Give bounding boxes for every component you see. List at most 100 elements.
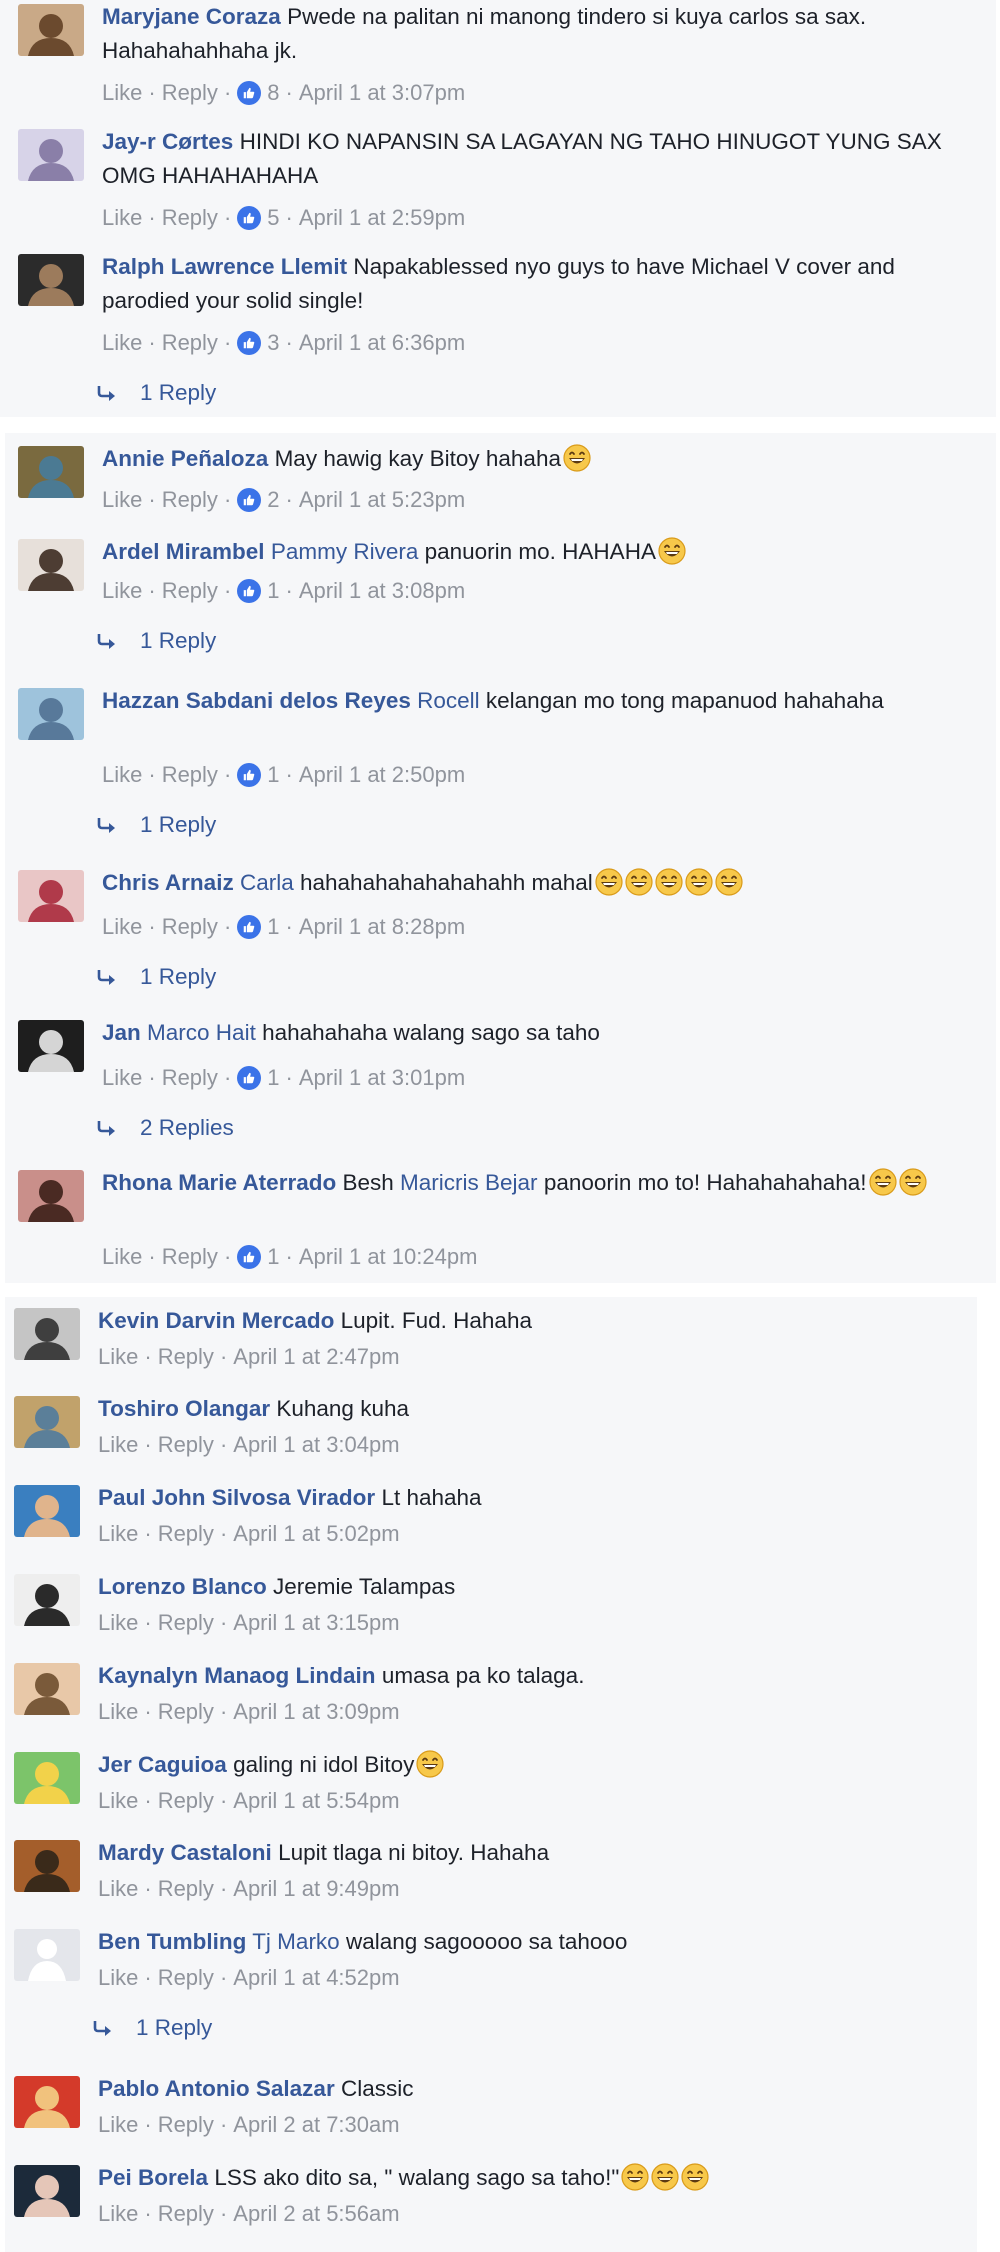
like-count-badge[interactable]: 2 xyxy=(237,487,280,513)
commenter-name[interactable]: Ardel Mirambel xyxy=(102,539,265,564)
like-count-badge[interactable]: 8 xyxy=(237,80,280,106)
avatar[interactable] xyxy=(14,1929,80,1981)
avatar[interactable] xyxy=(14,2076,80,2128)
like-count-badge[interactable]: 1 xyxy=(237,578,280,604)
commenter-name[interactable]: Kaynalyn Manaog Lindain xyxy=(98,1663,376,1688)
view-replies-link[interactable]: 1 Reply xyxy=(96,378,216,408)
timestamp[interactable]: April 1 at 5:02pm xyxy=(233,1521,399,1547)
view-replies-link[interactable]: 1 Reply xyxy=(92,2013,212,2043)
reply-link[interactable]: Reply xyxy=(162,487,218,513)
avatar[interactable] xyxy=(14,1574,80,1626)
timestamp[interactable]: April 1 at 5:23pm xyxy=(299,487,465,513)
commenter-name[interactable]: Toshiro Olangar xyxy=(98,1396,270,1421)
view-replies-link[interactable]: 2 Replies xyxy=(96,1113,234,1143)
like-link[interactable]: Like xyxy=(102,205,142,231)
avatar[interactable] xyxy=(18,870,84,922)
avatar[interactable] xyxy=(18,129,84,181)
commenter-name[interactable]: Pablo Antonio Salazar xyxy=(98,2076,335,2101)
like-count-badge[interactable]: 5 xyxy=(237,205,280,231)
like-link[interactable]: Like xyxy=(102,578,142,604)
timestamp[interactable]: April 1 at 2:50pm xyxy=(299,762,465,788)
like-link[interactable]: Like xyxy=(98,1432,138,1458)
view-replies-link[interactable]: 1 Reply xyxy=(96,626,216,656)
like-link[interactable]: Like xyxy=(98,2112,138,2138)
timestamp[interactable]: April 1 at 4:52pm xyxy=(233,1965,399,1991)
commenter-name[interactable]: Jer Caguioa xyxy=(98,1752,227,1777)
like-link[interactable]: Like xyxy=(102,330,142,356)
like-link[interactable]: Like xyxy=(98,1965,138,1991)
like-count-badge[interactable]: 3 xyxy=(237,330,280,356)
reply-link[interactable]: Reply xyxy=(158,1521,214,1547)
mention-link[interactable]: Rocell xyxy=(417,688,480,713)
timestamp[interactable]: April 1 at 9:49pm xyxy=(233,1876,399,1902)
like-link[interactable]: Like xyxy=(98,1699,138,1725)
reply-link[interactable]: Reply xyxy=(162,762,218,788)
like-count-badge[interactable]: 1 xyxy=(237,1065,280,1091)
like-count-badge[interactable]: 1 xyxy=(237,914,280,940)
like-link[interactable]: Like xyxy=(98,1788,138,1814)
view-replies-link[interactable]: 1 Reply xyxy=(96,962,216,992)
reply-link[interactable]: Reply xyxy=(158,1432,214,1458)
avatar[interactable] xyxy=(14,1663,80,1715)
reply-link[interactable]: Reply xyxy=(158,1344,214,1370)
like-link[interactable]: Like xyxy=(102,487,142,513)
timestamp[interactable]: April 1 at 3:01pm xyxy=(299,1065,465,1091)
timestamp[interactable]: April 1 at 3:15pm xyxy=(233,1610,399,1636)
avatar[interactable] xyxy=(18,688,84,740)
reply-link[interactable]: Reply xyxy=(158,1876,214,1902)
commenter-name[interactable]: Ben Tumbling xyxy=(98,1929,246,1954)
timestamp[interactable]: April 1 at 2:59pm xyxy=(299,205,465,231)
commenter-name[interactable]: Maryjane Coraza xyxy=(102,4,281,29)
like-count-badge[interactable]: 1 xyxy=(237,762,280,788)
avatar[interactable] xyxy=(18,539,84,591)
timestamp[interactable]: April 1 at 3:09pm xyxy=(233,1699,399,1725)
mention-link[interactable]: Tj Marko xyxy=(252,1929,340,1954)
avatar[interactable] xyxy=(14,2165,80,2217)
avatar[interactable] xyxy=(18,254,84,306)
reply-link[interactable]: Reply xyxy=(158,1788,214,1814)
like-link[interactable]: Like xyxy=(102,1065,142,1091)
reply-link[interactable]: Reply xyxy=(158,2112,214,2138)
like-link[interactable]: Like xyxy=(102,762,142,788)
avatar[interactable] xyxy=(18,1170,84,1222)
avatar[interactable] xyxy=(18,4,84,56)
timestamp[interactable]: April 1 at 3:08pm xyxy=(299,578,465,604)
avatar[interactable] xyxy=(14,1752,80,1804)
like-count-badge[interactable]: 1 xyxy=(237,1244,280,1270)
mention-link[interactable]: Pammy Rivera xyxy=(271,539,419,564)
like-link[interactable]: Like xyxy=(98,1344,138,1370)
reply-link[interactable]: Reply xyxy=(162,578,218,604)
avatar[interactable] xyxy=(14,1308,80,1360)
like-link[interactable]: Like xyxy=(98,2201,138,2227)
timestamp[interactable]: April 1 at 3:07pm xyxy=(299,80,465,106)
commenter-name[interactable]: Rhona Marie Aterrado xyxy=(102,1170,336,1195)
avatar[interactable] xyxy=(14,1485,80,1537)
commenter-name[interactable]: Pei Borela xyxy=(98,2165,208,2190)
commenter-name[interactable]: Hazzan Sabdani delos Reyes xyxy=(102,688,411,713)
timestamp[interactable]: April 1 at 10:24pm xyxy=(299,1244,478,1270)
commenter-name[interactable]: Jay-r Cørtes xyxy=(102,129,233,154)
commenter-name[interactable]: Jan xyxy=(102,1020,141,1045)
avatar[interactable] xyxy=(14,1840,80,1892)
reply-link[interactable]: Reply xyxy=(158,2201,214,2227)
reply-link[interactable]: Reply xyxy=(158,1699,214,1725)
timestamp[interactable]: April 2 at 7:30am xyxy=(233,2112,399,2138)
mention-link[interactable]: Carla xyxy=(240,870,294,895)
reply-link[interactable]: Reply xyxy=(162,1244,218,1270)
avatar[interactable] xyxy=(18,1020,84,1072)
like-link[interactable]: Like xyxy=(98,1521,138,1547)
timestamp[interactable]: April 2 at 5:56am xyxy=(233,2201,399,2227)
like-link[interactable]: Like xyxy=(98,1610,138,1636)
like-link[interactable]: Like xyxy=(102,914,142,940)
avatar[interactable] xyxy=(14,1396,80,1448)
timestamp[interactable]: April 1 at 8:28pm xyxy=(299,914,465,940)
reply-link[interactable]: Reply xyxy=(158,1965,214,1991)
commenter-name[interactable]: Annie Peñaloza xyxy=(102,446,268,471)
reply-link[interactable]: Reply xyxy=(158,1610,214,1636)
mention-link[interactable]: Maricris Bejar xyxy=(400,1170,538,1195)
avatar[interactable] xyxy=(18,446,84,498)
commenter-name[interactable]: Ralph Lawrence Llemit xyxy=(102,254,347,279)
mention-link[interactable]: Marco Hait xyxy=(147,1020,256,1045)
reply-link[interactable]: Reply xyxy=(162,330,218,356)
reply-link[interactable]: Reply xyxy=(162,1065,218,1091)
